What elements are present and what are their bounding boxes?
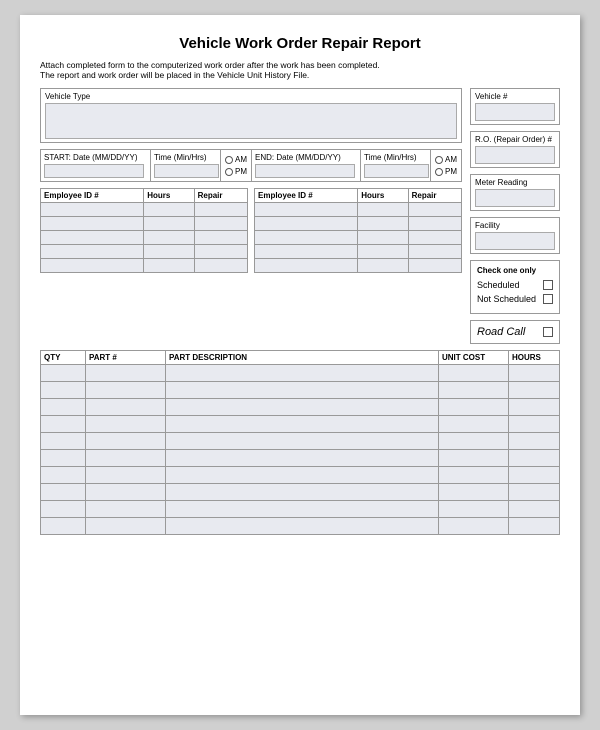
- table-row: [255, 259, 462, 273]
- ro-number-box: R.O. (Repair Order) #: [470, 131, 560, 168]
- vehicle-number-field[interactable]: [475, 103, 555, 121]
- facility-field[interactable]: [475, 232, 555, 250]
- end-pm-row: PM: [435, 167, 457, 176]
- start-date-field[interactable]: [44, 164, 144, 178]
- table-row: [255, 231, 462, 245]
- parts-desc-header: PART DESCRIPTION: [166, 351, 439, 364]
- emp-id-header-left: Employee ID #: [41, 189, 144, 203]
- check-one-only-box: Check one only Scheduled Not Scheduled: [470, 260, 560, 314]
- ro-number-label: R.O. (Repair Order) #: [475, 135, 555, 144]
- parts-row: [40, 501, 560, 518]
- road-call-box: Road Call: [470, 320, 560, 344]
- meter-reading-box: Meter Reading: [470, 174, 560, 211]
- parts-unit-header: UNIT COST: [439, 351, 509, 364]
- table-row: [255, 245, 462, 259]
- emp-id-header-right: Employee ID #: [255, 189, 358, 203]
- scheduled-checkbox[interactable]: [543, 280, 553, 290]
- right-column: Vehicle # R.O. (Repair Order) # Meter Re…: [470, 88, 560, 344]
- employee-table-left: Employee ID # Hours Repair: [40, 188, 248, 273]
- start-ampm: AM PM: [221, 150, 251, 181]
- datetime-row: START: Date (MM/DD/YY) Time (Min/Hrs) AM…: [40, 149, 462, 182]
- not-scheduled-checkbox[interactable]: [543, 294, 553, 304]
- road-call-label: Road Call: [477, 326, 525, 338]
- parts-row: [40, 365, 560, 382]
- table-row: [255, 203, 462, 217]
- end-date-field[interactable]: [255, 164, 355, 178]
- vehicle-type-field[interactable]: [45, 103, 457, 139]
- left-column: Vehicle Type START: Date (MM/DD/YY) Time…: [40, 88, 462, 344]
- table-row: [255, 217, 462, 231]
- main-layout: Vehicle Type START: Date (MM/DD/YY) Time…: [40, 88, 560, 344]
- form-page: Vehicle Work Order Repair Report Attach …: [20, 15, 580, 715]
- parts-row: [40, 518, 560, 535]
- facility-label: Facility: [475, 221, 555, 230]
- table-row: [41, 217, 248, 231]
- end-am-radio[interactable]: [435, 156, 443, 164]
- parts-qty-header: QTY: [41, 351, 86, 364]
- emp-hours-header-left: Hours: [144, 189, 194, 203]
- parts-row: [40, 416, 560, 433]
- check-title: Check one only: [477, 266, 553, 275]
- not-scheduled-row: Not Scheduled: [477, 294, 553, 304]
- end-time-cell: Time (Min/Hrs): [361, 150, 431, 181]
- not-scheduled-label: Not Scheduled: [477, 294, 536, 304]
- table-row: [41, 231, 248, 245]
- vehicle-type-box: Vehicle Type: [40, 88, 462, 143]
- parts-row: [40, 450, 560, 467]
- parts-row: [40, 433, 560, 450]
- meter-reading-label: Meter Reading: [475, 178, 555, 187]
- page-title: Vehicle Work Order Repair Report: [40, 35, 560, 52]
- vehicle-type-label: Vehicle Type: [45, 92, 457, 101]
- parts-row: [40, 399, 560, 416]
- end-pm-radio[interactable]: [435, 168, 443, 176]
- start-pm-row: PM: [225, 167, 247, 176]
- table-row: [41, 203, 248, 217]
- table-row: [41, 245, 248, 259]
- parts-row: [40, 382, 560, 399]
- vehicle-number-label: Vehicle #: [475, 92, 555, 101]
- parts-section: QTY PART # PART DESCRIPTION UNIT COST HO…: [40, 350, 560, 535]
- start-am-row: AM: [225, 155, 247, 164]
- employee-section: Employee ID # Hours Repair: [40, 188, 462, 273]
- parts-header: QTY PART # PART DESCRIPTION UNIT COST HO…: [40, 350, 560, 365]
- ro-number-field[interactable]: [475, 146, 555, 164]
- meter-reading-field[interactable]: [475, 189, 555, 207]
- parts-hours-header: HOURS: [509, 351, 559, 364]
- start-time-cell: Time (Min/Hrs): [151, 150, 221, 181]
- scheduled-row: Scheduled: [477, 280, 553, 290]
- vehicle-number-box: Vehicle #: [470, 88, 560, 125]
- road-call-checkbox[interactable]: [543, 327, 553, 337]
- start-pm-radio[interactable]: [225, 168, 233, 176]
- emp-repair-header-right: Repair: [408, 189, 461, 203]
- instructions: Attach completed form to the computerize…: [40, 60, 560, 80]
- end-ampm: AM PM: [431, 150, 461, 181]
- facility-box: Facility: [470, 217, 560, 254]
- emp-repair-header-left: Repair: [194, 189, 247, 203]
- employee-table-right: Employee ID # Hours Repair: [254, 188, 462, 273]
- table-row: [41, 259, 248, 273]
- parts-row: [40, 484, 560, 501]
- end-date-cell: END: Date (MM/DD/YY): [251, 150, 361, 181]
- end-time-field[interactable]: [364, 164, 429, 178]
- start-date-cell: START: Date (MM/DD/YY): [41, 150, 151, 181]
- parts-part-header: PART #: [86, 351, 166, 364]
- parts-row: [40, 467, 560, 484]
- start-time-field[interactable]: [154, 164, 219, 178]
- end-am-row: AM: [435, 155, 457, 164]
- emp-hours-header-right: Hours: [358, 189, 408, 203]
- scheduled-label: Scheduled: [477, 280, 520, 290]
- start-am-radio[interactable]: [225, 156, 233, 164]
